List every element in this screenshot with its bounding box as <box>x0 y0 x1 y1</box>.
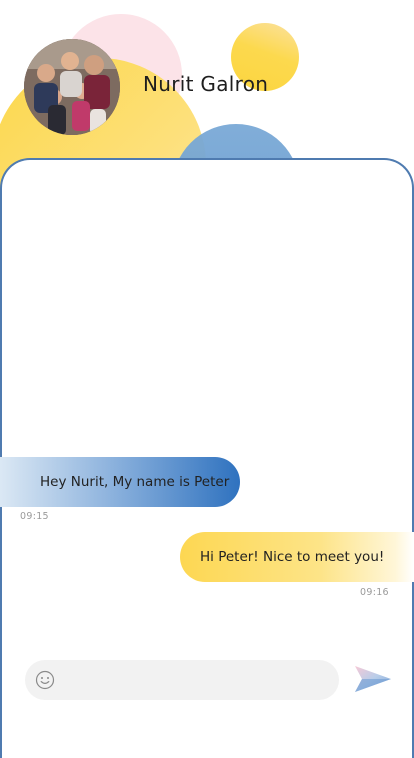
contact-avatar[interactable] <box>24 39 120 135</box>
outgoing-message-text: Hi Peter! Nice to meet you! <box>200 549 385 565</box>
incoming-message-bubble[interactable]: Hey Nurit, My name is Peter <box>0 457 240 507</box>
contact-name: Nurit Galron <box>143 72 269 96</box>
group-photo-avatar-icon <box>24 39 120 135</box>
outgoing-message-bubble[interactable]: Hi Peter! Nice to meet you! <box>180 532 414 582</box>
incoming-message-time: 09:15 <box>20 511 49 522</box>
message-input[interactable] <box>65 660 329 702</box>
incoming-message-text: Hey Nurit, My name is Peter <box>40 474 230 490</box>
paper-plane-send-icon[interactable] <box>354 664 392 694</box>
smiley-icon[interactable] <box>35 670 55 690</box>
message-composer <box>25 660 339 702</box>
outgoing-message-time: 09:16 <box>360 587 389 598</box>
